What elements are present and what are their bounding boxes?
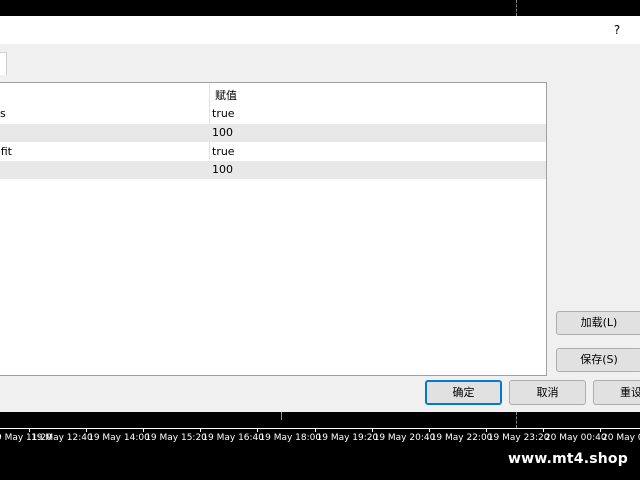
chart-top-area xyxy=(0,0,640,16)
time-axis-tick xyxy=(428,428,430,432)
time-axis-label: 19 May 12:40 xyxy=(31,433,93,443)
value-column-header: 赋值 xyxy=(215,89,237,102)
load-button[interactable]: 加载(L) xyxy=(556,311,640,335)
time-axis-label: 19 May 15:20 xyxy=(145,433,207,443)
time-axis-tick xyxy=(314,428,316,432)
time-axis-label: 19 May 22:00 xyxy=(430,433,493,443)
param-value[interactable]: true xyxy=(212,105,235,123)
time-axis xyxy=(0,428,640,429)
time-axis-label: 19 May 14:00 xyxy=(88,433,150,443)
time-axis-label: 19 May 16:40 xyxy=(202,433,265,443)
chart-marker xyxy=(281,412,282,420)
save-button[interactable]: 保存(S) xyxy=(556,348,640,372)
dialog-titlebar: ? xyxy=(0,16,640,44)
help-button[interactable]: ? xyxy=(608,21,626,39)
time-axis-tick xyxy=(542,428,544,432)
grid-header: 赋值 xyxy=(0,83,546,105)
reset-button[interactable]: 重设 xyxy=(593,380,640,405)
time-axis-label: 19 May 20:40 xyxy=(373,433,436,443)
time-axis-tick xyxy=(257,428,259,432)
table-row[interactable]: ofit true xyxy=(0,143,546,161)
time-axis-label: 19 May 19:20 xyxy=(316,433,379,443)
chart-grid-line xyxy=(516,412,517,428)
time-axis-tick xyxy=(143,428,145,432)
time-axis-tick xyxy=(86,428,88,432)
param-name: s xyxy=(0,107,6,120)
time-axis-tick xyxy=(600,428,601,432)
time-axis-tick xyxy=(485,428,487,432)
cancel-button[interactable]: 取消 xyxy=(509,380,586,405)
time-axis-tick xyxy=(200,428,202,432)
watermark: www.mt4.shop xyxy=(496,446,640,472)
table-row[interactable]: 100 xyxy=(0,124,546,142)
param-value[interactable]: true xyxy=(212,143,235,161)
chart-grid-line xyxy=(516,0,517,16)
time-axis-label: 20 May 00:40 xyxy=(544,433,607,443)
time-axis-label: 20 May 02:00 xyxy=(602,433,640,443)
time-axis-label: 19 May 23:20 xyxy=(487,433,550,443)
table-row[interactable]: s true xyxy=(0,105,546,123)
time-axis-tick xyxy=(29,428,30,432)
param-value[interactable]: 100 xyxy=(212,161,233,179)
param-value[interactable]: 100 xyxy=(212,124,233,142)
time-axis-tick xyxy=(371,428,373,432)
param-name: ofit xyxy=(0,145,12,158)
table-row[interactable]: 100 xyxy=(0,161,546,179)
inputs-dialog: ? 赋值 s true 100 ofit true 100 加载(L) 保存(S… xyxy=(0,16,640,412)
parameters-grid[interactable]: 赋值 s true 100 ofit true 100 xyxy=(0,82,547,376)
time-axis-label: 19 May 18:00 xyxy=(259,433,322,443)
ok-button[interactable]: 确定 xyxy=(425,380,502,405)
tab-inputs[interactable] xyxy=(0,52,7,75)
